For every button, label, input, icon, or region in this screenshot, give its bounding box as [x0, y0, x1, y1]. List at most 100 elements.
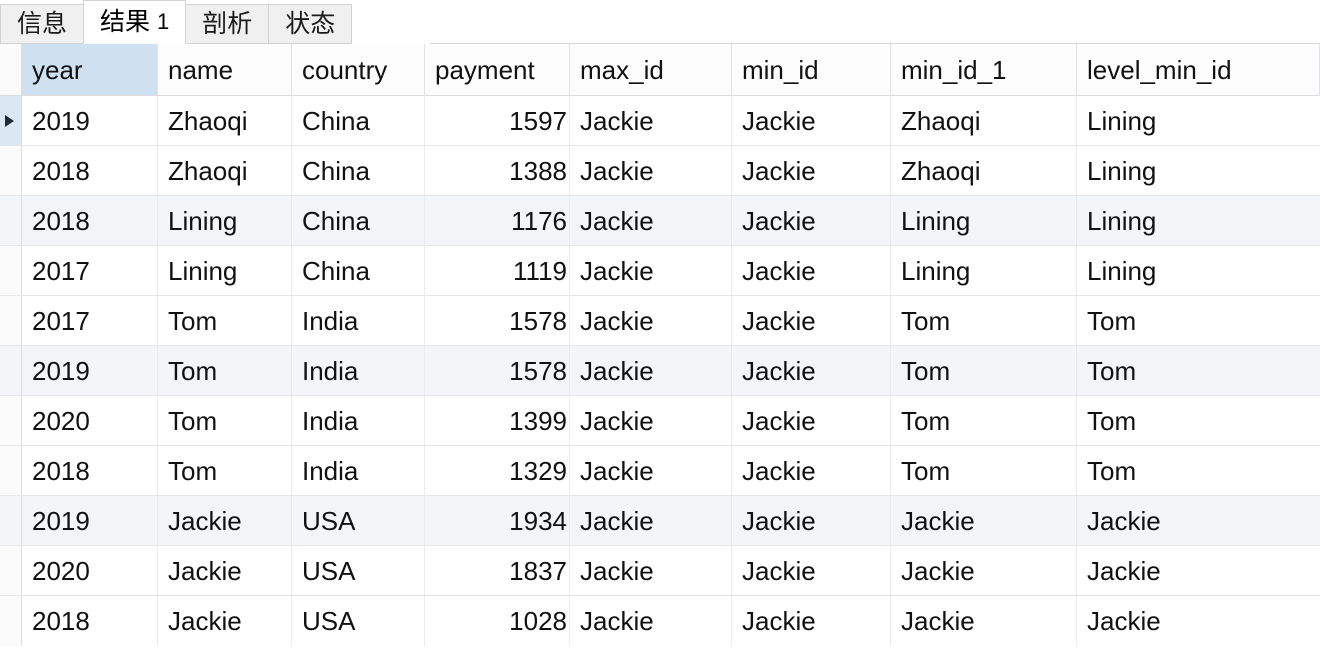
cell-max-id[interactable]: Jackie: [570, 296, 732, 345]
table-row[interactable]: 2018 Lining China 1176 Jackie Jackie Lining Lin…: [0, 196, 1320, 246]
row-header-gutter[interactable]: [0, 96, 22, 145]
row-header-gutter[interactable]: [0, 296, 22, 345]
row-header-gutter[interactable]: [0, 596, 22, 646]
cell-year[interactable]: 2017: [22, 296, 158, 345]
data-grid[interactable]: year name country payment max_id min_id …: [0, 44, 1320, 646]
cell-country[interactable]: USA: [292, 496, 425, 545]
row-header-gutter[interactable]: [0, 546, 22, 595]
cell-level-min-id[interactable]: Tom: [1077, 446, 1320, 495]
cell-country[interactable]: India: [292, 296, 425, 345]
table-row[interactable]: 2017 Tom India 1578 Jackie Jackie Tom Tom: [0, 296, 1320, 346]
cell-payment[interactable]: 1837: [425, 546, 570, 595]
cell-min-id-1[interactable]: Tom: [891, 446, 1077, 495]
cell-name[interactable]: Jackie: [158, 596, 292, 646]
table-row[interactable]: 2017 Lining China 1119 Jackie Jackie Lining Lin…: [0, 246, 1320, 296]
column-header-min-id[interactable]: min_id: [732, 44, 891, 95]
cell-min-id[interactable]: Jackie: [732, 246, 891, 295]
cell-name[interactable]: Tom: [158, 346, 292, 395]
cell-max-id[interactable]: Jackie: [570, 96, 732, 145]
cell-payment[interactable]: 1329: [425, 446, 570, 495]
cell-country[interactable]: India: [292, 346, 425, 395]
cell-payment[interactable]: 1597: [425, 96, 570, 145]
cell-name[interactable]: Lining: [158, 246, 292, 295]
row-header-gutter[interactable]: [0, 496, 22, 545]
cell-min-id[interactable]: Jackie: [732, 396, 891, 445]
cell-level-min-id[interactable]: Tom: [1077, 346, 1320, 395]
cell-max-id[interactable]: Jackie: [570, 246, 732, 295]
cell-min-id-1[interactable]: Jackie: [891, 546, 1077, 595]
cell-level-min-id[interactable]: Tom: [1077, 396, 1320, 445]
cell-max-id[interactable]: Jackie: [570, 146, 732, 195]
column-header-min-id-1[interactable]: min_id_1: [891, 44, 1077, 95]
cell-min-id[interactable]: Jackie: [732, 196, 891, 245]
cell-name[interactable]: Zhaoqi: [158, 146, 292, 195]
cell-payment[interactable]: 1578: [425, 346, 570, 395]
cell-min-id[interactable]: Jackie: [732, 346, 891, 395]
cell-country[interactable]: India: [292, 446, 425, 495]
cell-min-id-1[interactable]: Jackie: [891, 596, 1077, 646]
cell-max-id[interactable]: Jackie: [570, 196, 732, 245]
column-header-max-id[interactable]: max_id: [570, 44, 732, 95]
cell-year[interactable]: 2018: [22, 196, 158, 245]
cell-country[interactable]: China: [292, 196, 425, 245]
cell-payment[interactable]: 1119: [425, 246, 570, 295]
cell-max-id[interactable]: Jackie: [570, 396, 732, 445]
tab-result-1[interactable]: 结果 1: [83, 0, 187, 44]
cell-name[interactable]: Zhaoqi: [158, 96, 292, 145]
cell-payment[interactable]: 1176: [425, 196, 570, 245]
cell-payment[interactable]: 1028: [425, 596, 570, 646]
cell-min-id[interactable]: Jackie: [732, 296, 891, 345]
column-header-payment[interactable]: payment: [425, 44, 570, 95]
cell-level-min-id[interactable]: Lining: [1077, 196, 1320, 245]
cell-payment[interactable]: 1578: [425, 296, 570, 345]
row-header-gutter[interactable]: [0, 446, 22, 495]
cell-min-id-1[interactable]: Jackie: [891, 496, 1077, 545]
cell-min-id[interactable]: Jackie: [732, 546, 891, 595]
table-row[interactable]: 2020 Jackie USA 1837 Jackie Jackie Jackie Jacki…: [0, 546, 1320, 596]
cell-name[interactable]: Tom: [158, 296, 292, 345]
cell-max-id[interactable]: Jackie: [570, 346, 732, 395]
cell-min-id-1[interactable]: Zhaoqi: [891, 96, 1077, 145]
column-header-name[interactable]: name: [158, 44, 292, 95]
cell-min-id-1[interactable]: Zhaoqi: [891, 146, 1077, 195]
column-header-country[interactable]: country: [292, 44, 425, 95]
cell-max-id[interactable]: Jackie: [570, 496, 732, 545]
cell-level-min-id[interactable]: Jackie: [1077, 546, 1320, 595]
cell-level-min-id[interactable]: Lining: [1077, 96, 1320, 145]
tab-profile[interactable]: 剖析: [185, 4, 270, 44]
cell-country[interactable]: China: [292, 246, 425, 295]
cell-min-id-1[interactable]: Lining: [891, 246, 1077, 295]
cell-max-id[interactable]: Jackie: [570, 546, 732, 595]
cell-min-id[interactable]: Jackie: [732, 146, 891, 195]
cell-country[interactable]: China: [292, 96, 425, 145]
cell-name[interactable]: Tom: [158, 446, 292, 495]
cell-year[interactable]: 2020: [22, 396, 158, 445]
cell-min-id-1[interactable]: Tom: [891, 396, 1077, 445]
cell-level-min-id[interactable]: Lining: [1077, 246, 1320, 295]
cell-country[interactable]: China: [292, 146, 425, 195]
row-header-gutter[interactable]: [0, 396, 22, 445]
cell-year[interactable]: 2018: [22, 596, 158, 646]
cell-year[interactable]: 2019: [22, 496, 158, 545]
cell-min-id[interactable]: Jackie: [732, 596, 891, 646]
row-header-gutter[interactable]: [0, 346, 22, 395]
cell-level-min-id[interactable]: Tom: [1077, 296, 1320, 345]
column-header-level-min-id[interactable]: level_min_id: [1077, 44, 1320, 95]
cell-max-id[interactable]: Jackie: [570, 596, 732, 646]
cell-min-id-1[interactable]: Tom: [891, 296, 1077, 345]
cell-min-id-1[interactable]: Lining: [891, 196, 1077, 245]
cell-max-id[interactable]: Jackie: [570, 446, 732, 495]
table-row[interactable]: 2018 Tom India 1329 Jackie Jackie Tom Tom: [0, 446, 1320, 496]
table-row[interactable]: 2018 Jackie USA 1028 Jackie Jackie Jackie Jacki…: [0, 596, 1320, 646]
table-row[interactable]: 2019 Jackie USA 1934 Jackie Jackie Jackie Jacki…: [0, 496, 1320, 546]
table-row[interactable]: 2019 Zhaoqi China 1597 Jackie Jackie Zhaoqi Lin…: [0, 96, 1320, 146]
row-header-gutter[interactable]: [0, 196, 22, 245]
row-header-gutter[interactable]: [0, 146, 22, 195]
cell-year[interactable]: 2019: [22, 346, 158, 395]
cell-name[interactable]: Jackie: [158, 496, 292, 545]
cell-year[interactable]: 2019: [22, 96, 158, 145]
cell-year[interactable]: 2017: [22, 246, 158, 295]
cell-country[interactable]: India: [292, 396, 425, 445]
cell-min-id-1[interactable]: Tom: [891, 346, 1077, 395]
cell-name[interactable]: Jackie: [158, 546, 292, 595]
